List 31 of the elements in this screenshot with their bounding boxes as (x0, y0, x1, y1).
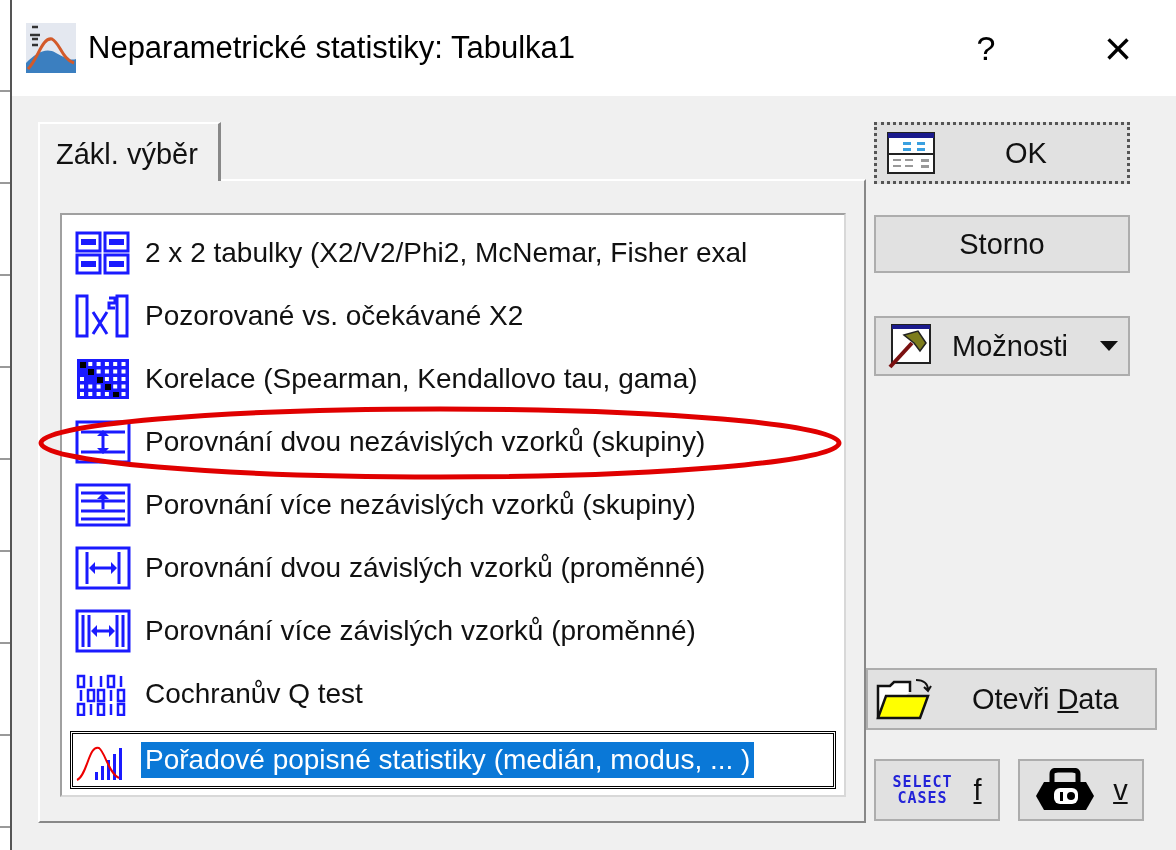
folder-icon (876, 678, 932, 720)
list-item[interactable]: Korelace (Spearman, Kendallovo tau, gama) (141, 360, 702, 397)
arrow-columns-icon (75, 545, 131, 590)
hammer-icon (886, 323, 932, 369)
arrow-columns-icon (75, 608, 131, 653)
tab[interactable]: Zákl. výběr (38, 122, 221, 181)
arrow-rows-icon (75, 482, 131, 527)
table-grid-icon (75, 230, 131, 275)
list-item[interactable]: Pořadové popisné statistiky (medián, modus, ... ) (141, 742, 755, 778)
cancel-button[interactable]: Storno (874, 215, 1130, 273)
weight-icon (1034, 768, 1097, 812)
list-item[interactable]: 2 x 2 tabulky (X2/V2/Phi2, McNemar, Fisher exal (141, 234, 752, 271)
spreadsheet-icon (887, 132, 935, 174)
ok-button[interactable]: OK (874, 122, 1130, 184)
window-title: Neparametrické statistiky: Tabulka1 (88, 30, 577, 66)
app-logo-icon (26, 23, 76, 73)
list-item[interactable]: Porovnání více závislých vzorků (proměnné) (141, 612, 700, 649)
help-button[interactable]: ? (956, 28, 1016, 68)
list-item[interactable]: Pozorované vs. očekávané X2 (141, 297, 528, 334)
list-item[interactable]: Porovnání více nezávislých vzorků (skupiny) (141, 486, 700, 523)
list-item[interactable]: Porovnání dvou závislých vzorků (proměnné) (141, 549, 710, 586)
list-item[interactable]: Cochranův Q test (141, 675, 367, 712)
select-cases-button[interactable]: SELECT CASES f (874, 759, 1000, 821)
open-data-button[interactable]: Otevři Data (866, 668, 1157, 730)
arrow-rows-icon (75, 419, 131, 464)
options-dropdown-button[interactable]: Možnosti (874, 316, 1130, 376)
matrix-icon (75, 356, 131, 401)
close-button[interactable]: × (1088, 20, 1148, 76)
caret-icon (1100, 341, 1118, 351)
columns-formula-icon (75, 293, 131, 338)
weight-button[interactable]: v (1018, 759, 1144, 821)
